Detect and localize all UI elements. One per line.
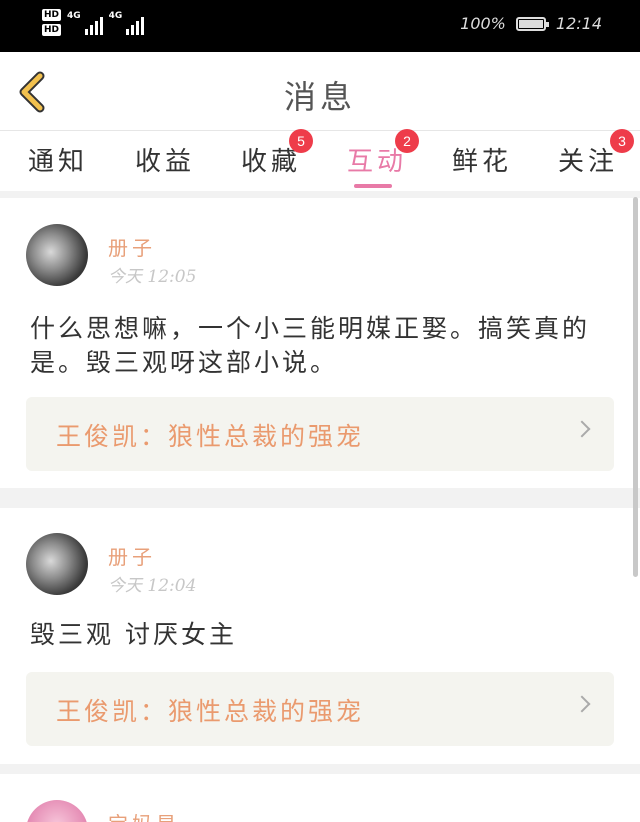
book-link[interactable]: 王俊凯：狼性总裁的强宠 (26, 672, 614, 746)
username[interactable]: 册子 (108, 232, 156, 261)
avatar[interactable] (26, 800, 88, 822)
signal-label-2: 4G (108, 11, 123, 21)
hd-badge-2: HD (42, 24, 62, 36)
book-link[interactable]: 王俊凯：狼性总裁的强宠 (26, 397, 614, 471)
comment-text: 毁三观 讨厌女主 (30, 620, 237, 649)
book-title: 王俊凯：狼性总裁的强宠 (56, 697, 365, 726)
tab-label: 通知 (28, 147, 89, 177)
battery-percent: 100% (460, 14, 506, 33)
signal-icon-2: 4G (109, 11, 145, 35)
message-card[interactable]: 册子 今天 12:05 什么思想嘛，一个小三能明媒正娶。搞笑真的是。毁三观呀这部… (0, 198, 640, 488)
comment-text: 什么思想嘛，一个小三能明媒正娶。搞笑真的是。毁三观呀这部小说。 (30, 314, 591, 377)
tab-favorites[interactable]: 收藏 5 (241, 129, 313, 178)
timestamp: 今天 12:05 (108, 267, 197, 287)
timestamp: 今天 12:04 (108, 576, 197, 596)
page-title: 消息 (283, 78, 356, 116)
message-list: 册子 今天 12:05 什么思想嘛，一个小三能明媒正娶。搞笑真的是。毁三观呀这部… (0, 191, 640, 822)
tab-notification[interactable]: 通知 (28, 141, 88, 178)
message-card[interactable]: 宝妈星 (0, 774, 640, 822)
tab-earnings[interactable]: 收益 (135, 141, 195, 178)
status-bar: HD HD 4G 4G 100% 12:14 (0, 0, 640, 52)
tab-flowers[interactable]: 鲜花 (452, 141, 512, 178)
book-title: 王俊凯：狼性总裁的强宠 (56, 422, 365, 451)
tab-bar: 通知 收益 收藏 5 互动 2 鲜花 关注 3 (0, 129, 640, 191)
username[interactable]: 宝妈星 (108, 808, 180, 822)
status-bar-left: HD HD 4G 4G (42, 9, 145, 36)
chevron-right-icon (573, 695, 591, 713)
hd-badge-1: HD (42, 9, 62, 21)
avatar[interactable] (26, 533, 88, 595)
tab-label: 收益 (135, 147, 196, 177)
avatar[interactable] (26, 224, 88, 286)
tab-label: 互动 (347, 147, 408, 177)
signal-label-1: 4G (67, 11, 81, 21)
active-tab-indicator (354, 184, 392, 188)
chevron-right-icon (573, 420, 591, 438)
tab-follow[interactable]: 关注 3 (558, 129, 634, 178)
message-card[interactable]: 册子 今天 12:04 毁三观 讨厌女主 王俊凯：狼性总裁的强宠 (0, 508, 640, 764)
battery-icon (515, 16, 549, 31)
tab-label: 鲜花 (452, 147, 513, 177)
status-bar-right: 100% 12:14 (460, 14, 602, 33)
tab-badge-follow: 3 (610, 129, 634, 153)
tab-badge-favorites: 5 (289, 129, 313, 153)
tab-interaction[interactable]: 互动 2 (347, 129, 419, 178)
scrollbar[interactable] (633, 197, 638, 577)
username[interactable]: 册子 (108, 541, 156, 570)
clock: 12:14 (555, 14, 602, 33)
signal-icon-1: 4G (67, 11, 103, 35)
tab-badge-interaction: 2 (395, 129, 419, 153)
app-header: 消息 (0, 52, 640, 131)
tab-label: 收藏 (241, 147, 302, 177)
tab-label: 关注 (558, 147, 619, 177)
